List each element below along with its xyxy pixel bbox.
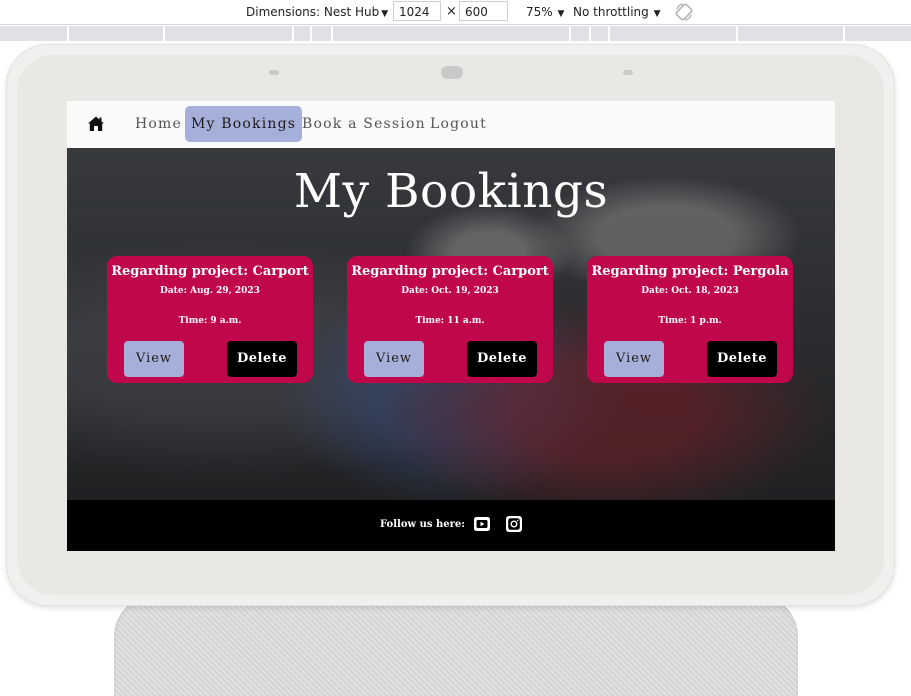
nav-book-a-session[interactable]: Book a Session: [296, 106, 432, 142]
booking-card: Regarding project: Carport Date: Oct. 19…: [347, 256, 553, 383]
hero-section: My Bookings Regarding project: Carport D…: [67, 148, 835, 500]
footer: Follow us here:: [67, 500, 835, 551]
chevron-down-icon: ▼: [650, 9, 661, 19]
delete-button[interactable]: Delete: [467, 341, 537, 377]
device-sensor: [269, 70, 279, 75]
follow-us-text: Follow us here:: [380, 519, 465, 530]
view-button[interactable]: View: [364, 341, 424, 377]
nav-my-bookings[interactable]: My Bookings: [185, 106, 303, 142]
booking-project: Regarding project: Pergola: [591, 264, 789, 279]
media-query-ruler: [0, 26, 911, 41]
booking-date: Date: Oct. 18, 2023: [641, 286, 739, 296]
rotate-icon[interactable]: [674, 2, 694, 22]
device-stand: [114, 596, 798, 696]
booking-date: Date: Aug. 29, 2023: [160, 286, 260, 296]
view-button[interactable]: View: [124, 341, 184, 377]
home-icon[interactable]: [87, 115, 105, 133]
devtools-toolbar: Dimensions: Nest Hub ▼ 1024 × 600 75% ▼ N…: [0, 0, 911, 25]
emulated-screen: Home My Bookings Book a Session Logout M…: [67, 101, 835, 551]
device-dimensions-select[interactable]: Dimensions: Nest Hub ▼: [246, 5, 388, 19]
youtube-icon[interactable]: [473, 515, 491, 533]
navbar: Home My Bookings Book a Session Logout: [67, 101, 835, 149]
times-label: ×: [446, 4, 457, 19]
delete-button[interactable]: Delete: [227, 341, 297, 377]
booking-card: Regarding project: Pergola Date: Oct. 18…: [587, 256, 793, 383]
device-sensor: [623, 70, 633, 75]
booking-time: Time: 11 a.m.: [415, 316, 485, 326]
nav-logout[interactable]: Logout: [424, 106, 493, 142]
throttling-select[interactable]: No throttling ▼: [573, 5, 661, 19]
nav-home[interactable]: Home: [129, 106, 188, 142]
zoom-select[interactable]: 75% ▼: [526, 5, 564, 19]
device-camera: [441, 66, 463, 79]
page-title: My Bookings: [293, 164, 609, 219]
delete-button[interactable]: Delete: [707, 341, 777, 377]
booking-card: Regarding project: Carport Date: Aug. 29…: [107, 256, 313, 383]
instagram-icon[interactable]: [505, 515, 523, 533]
booking-project: Regarding project: Carport: [111, 264, 309, 279]
chevron-down-icon: ▼: [381, 9, 389, 19]
booking-date: Date: Oct. 19, 2023: [401, 286, 499, 296]
booking-time: Time: 9 a.m.: [178, 316, 242, 326]
booking-project: Regarding project: Carport: [351, 264, 549, 279]
view-button[interactable]: View: [604, 341, 664, 377]
booking-time: Time: 1 p.m.: [658, 316, 722, 326]
width-input[interactable]: 1024: [393, 1, 441, 21]
chevron-down-icon: ▼: [554, 9, 565, 19]
height-input[interactable]: 600: [459, 1, 508, 21]
